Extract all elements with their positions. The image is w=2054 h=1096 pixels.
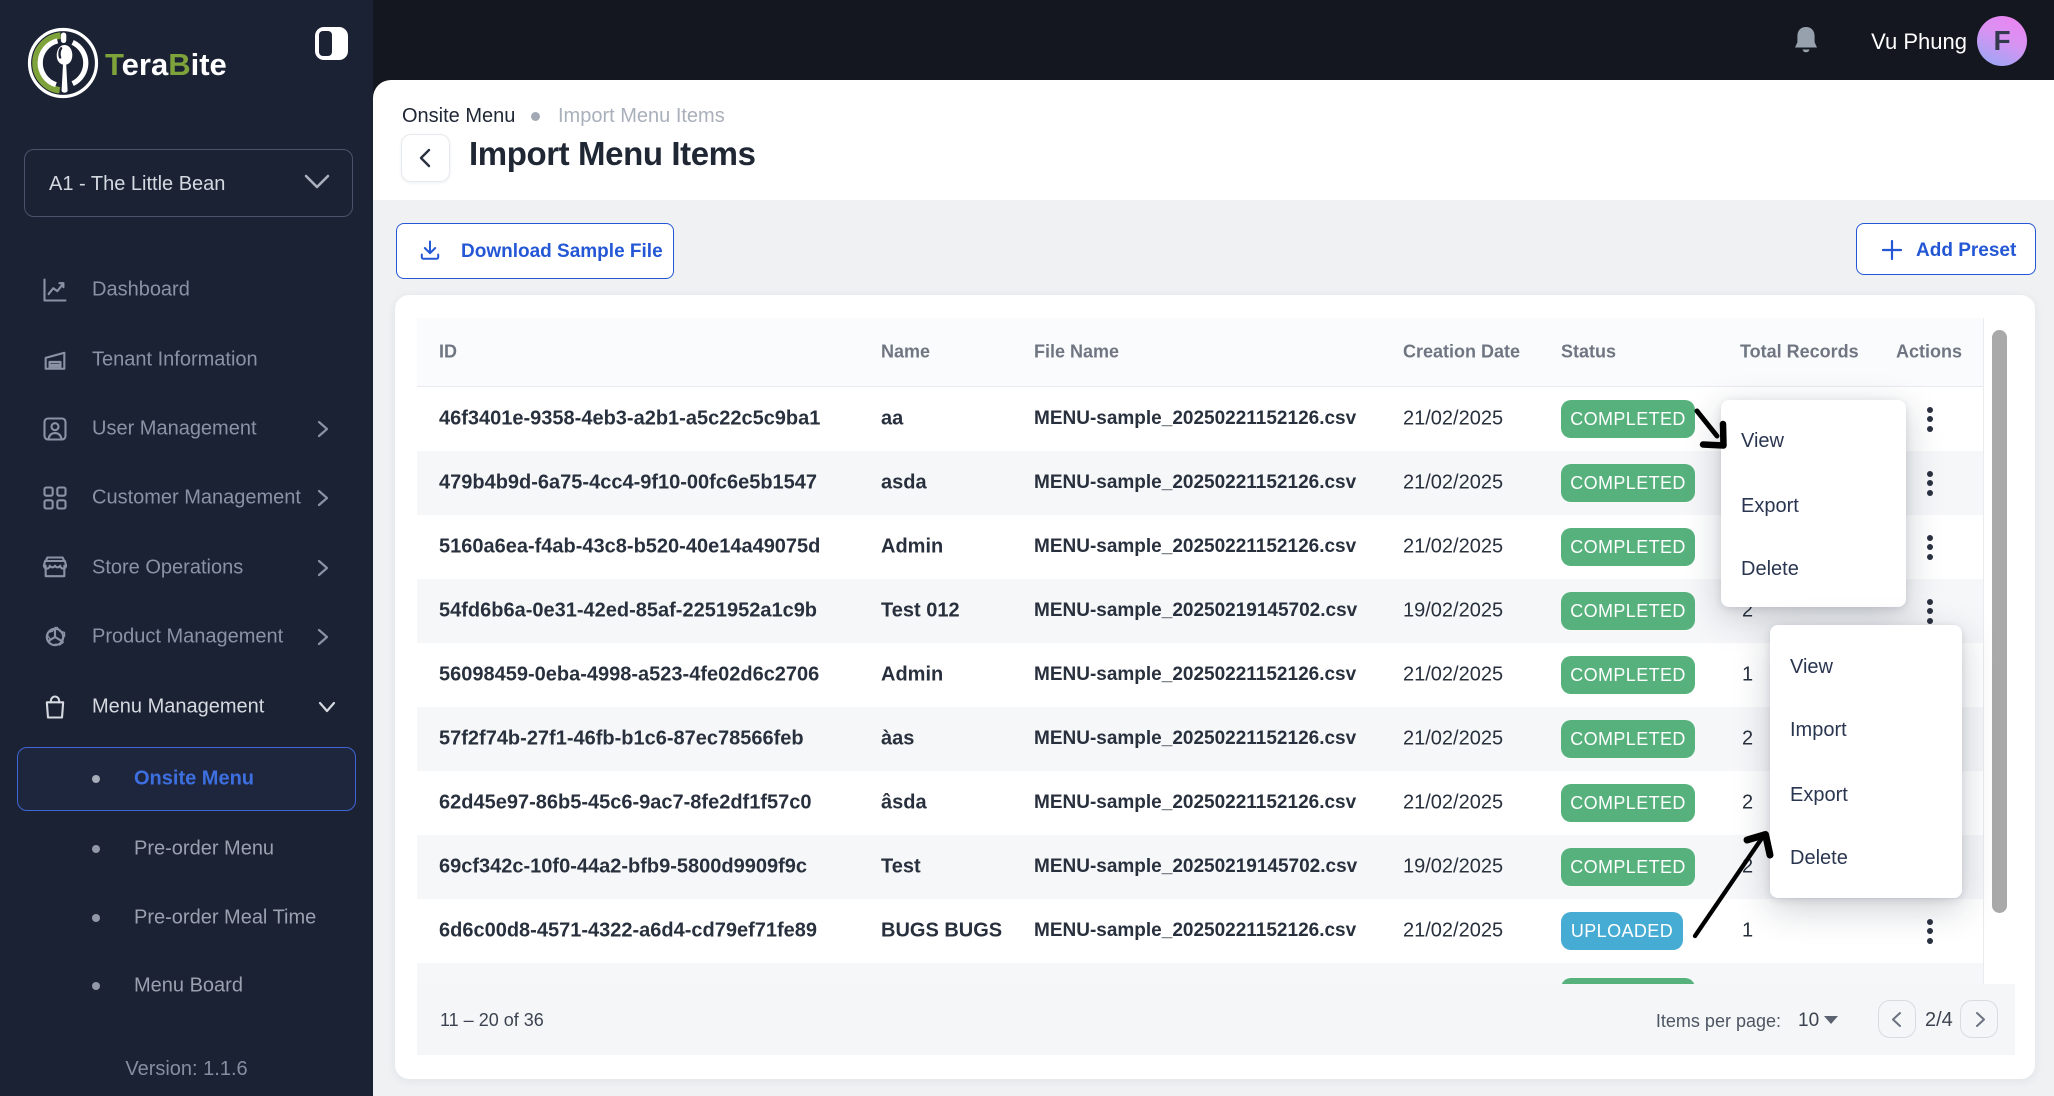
svg-text:TeraBite: TeraBite <box>105 47 227 82</box>
